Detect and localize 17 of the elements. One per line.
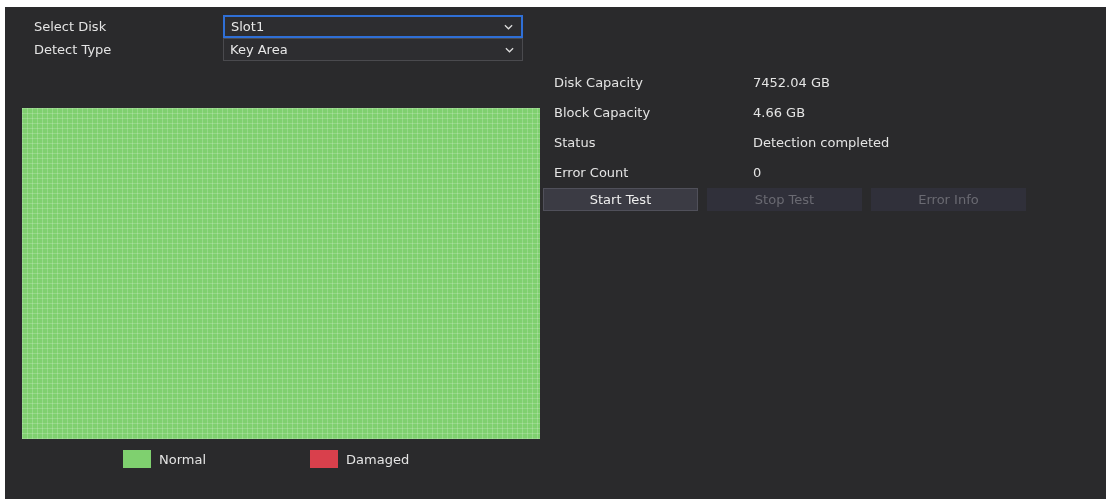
dropdown[interactable]: Slot1 xyxy=(223,15,523,38)
info-label: Status xyxy=(554,134,597,150)
info-value: 7452.04 GB xyxy=(753,74,830,90)
chevron-down-icon xyxy=(505,46,514,53)
info-value: 4.66 GB xyxy=(753,104,806,120)
info-value: Detection completed xyxy=(753,134,890,150)
info-label: Error Count xyxy=(554,164,630,180)
legend-label: Damaged xyxy=(346,451,410,467)
info-value: 0 xyxy=(753,164,762,180)
legend-label: Normal xyxy=(159,451,207,467)
action-button[interactable]: Start Test xyxy=(543,188,698,211)
chevron-down-icon xyxy=(504,23,513,30)
dropdown[interactable]: Key Area xyxy=(223,38,523,61)
field-label: Detect Type xyxy=(34,42,113,57)
field-label: Select Disk xyxy=(34,19,108,34)
info-label: Disk Capacity xyxy=(554,74,644,90)
info-label: Block Capacity xyxy=(554,104,652,120)
